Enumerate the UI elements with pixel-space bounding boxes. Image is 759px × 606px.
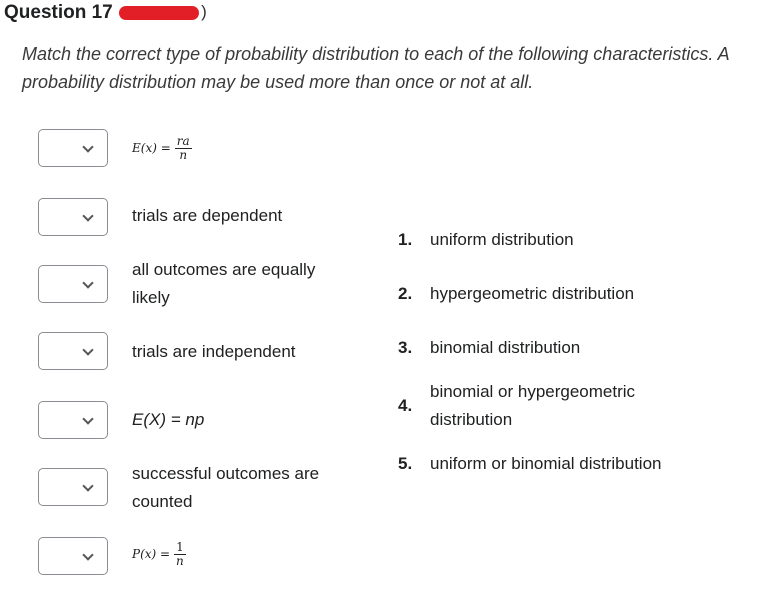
fraction-denominator: n [179,147,188,162]
question-title: Question 17 [4,2,207,24]
answer-option: 5. uniform or binomial distribution [398,450,738,478]
chevron-down-icon [82,549,94,561]
match-row [38,265,108,303]
item-text: trials are dependent [132,206,283,225]
item-formula: P(x) = 1 n [132,540,186,568]
fraction-numerator: ra [174,133,192,149]
chevron-down-icon [82,141,94,153]
answer-number: 4. [398,396,413,415]
fraction-numerator: 1 [174,539,186,555]
item-text: successful outcomes are counted [132,464,320,511]
item-formula: E(x) = ra n [132,134,192,162]
answer-number: 3. [398,338,413,357]
match-row [38,537,108,575]
answer-option: 1. uniform distribution [398,226,738,254]
answer-option: 3. binomial distribution [398,334,738,362]
answer-text: binomial distribution [430,338,581,357]
question-prompt: Match the correct type of probability di… [22,44,730,92]
question-title-text: Question 17 [4,2,113,23]
answer-dropdown[interactable] [38,129,108,167]
answer-number: 1. [398,230,413,249]
formula-lhs: P(x) = [132,547,171,561]
chevron-down-icon [82,413,94,425]
match-row [38,332,108,370]
answer-text: hypergeometric distribution [430,284,635,303]
redacted-points [118,2,207,22]
answer-text: uniform distribution [430,230,574,249]
answer-text: binomial or hypergeometric distribution [430,382,636,429]
fraction: 1 n [174,539,186,568]
answer-dropdown[interactable] [38,332,108,370]
match-row [38,198,108,236]
item-text: E(X) = np [132,410,205,429]
fraction: ra n [174,133,192,162]
match-row [38,468,108,506]
answer-dropdown[interactable] [38,198,108,236]
match-row [38,129,108,167]
answer-dropdown[interactable] [38,537,108,575]
answer-dropdown[interactable] [38,401,108,439]
item-text: trials are independent [132,342,296,361]
fraction-denominator: n [176,553,184,568]
match-row [38,401,108,439]
chevron-down-icon [82,344,94,356]
answer-option: 4. binomial or hypergeometric distributi… [398,378,668,434]
item-text: all outcomes are equally likely [132,260,316,307]
answer-dropdown[interactable] [38,468,108,506]
answer-dropdown[interactable] [38,265,108,303]
answer-option: 2. hypergeometric distribution [398,280,738,308]
answer-text: uniform or binomial distribution [430,454,662,473]
chevron-down-icon [82,277,94,289]
chevron-down-icon [82,480,94,492]
answer-number: 2. [398,284,413,303]
chevron-down-icon [82,210,94,222]
answer-number: 5. [398,454,413,473]
formula-lhs: E(x) = [132,141,171,155]
